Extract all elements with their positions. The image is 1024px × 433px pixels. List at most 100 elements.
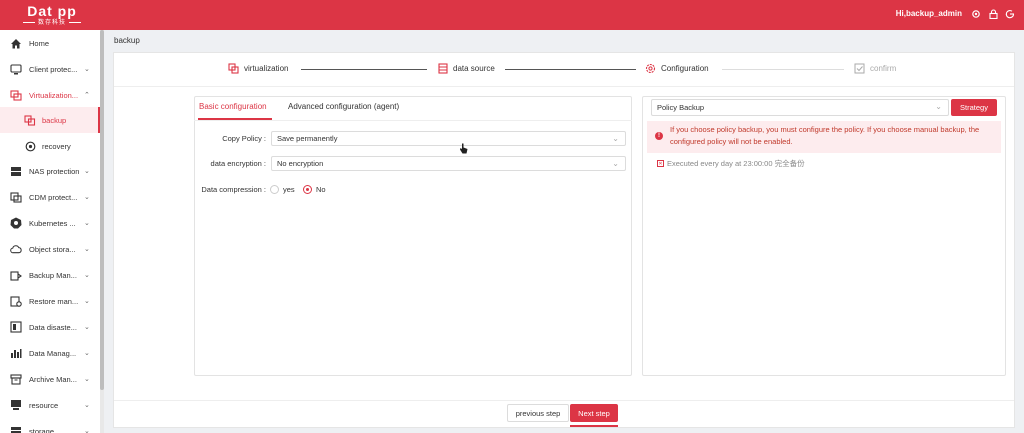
policy-warning: ! If you choose policy backup, you must … xyxy=(647,121,1001,153)
step-connector xyxy=(722,69,844,70)
compression-no-radio[interactable]: No xyxy=(303,185,326,194)
step-configuration: Configuration xyxy=(645,63,709,74)
restore-icon xyxy=(10,295,22,307)
sidebar-item-label: backup xyxy=(42,115,67,125)
close-box-icon[interactable]: ✕ xyxy=(657,160,664,167)
sidebar: Home Client protec... ⌄ Virtualization..… xyxy=(0,30,104,433)
gear-icon xyxy=(645,63,656,74)
logo[interactable]: Dat pp 数存科技 xyxy=(0,0,104,30)
chevron-down-icon: ⌄ xyxy=(84,168,90,175)
steps-divider xyxy=(114,86,1014,87)
chart-icon xyxy=(10,347,22,359)
database-icon xyxy=(437,63,448,74)
tab-advanced-configuration[interactable]: Advanced configuration (agent) xyxy=(288,102,399,111)
data-encryption-value: No encryption xyxy=(277,159,324,168)
top-bar: Dat pp 数存科技 Hi,backup_admin xyxy=(0,0,1024,30)
sidebar-item-cdm-protection[interactable]: CDM protect... ⌄ xyxy=(0,184,100,210)
step-label: confirm xyxy=(870,64,897,73)
strategy-button[interactable]: Strategy xyxy=(951,99,997,116)
sidebar-item-home[interactable]: Home xyxy=(0,30,100,56)
kubernetes-icon xyxy=(10,217,22,229)
logo-subtitle: 数存科技 xyxy=(22,19,81,27)
sidebar-item-label: resource xyxy=(29,400,59,410)
copy-policy-label: Copy Policy : xyxy=(222,134,266,143)
sidebar-item-recovery[interactable]: recovery xyxy=(0,133,100,159)
storage-icon xyxy=(10,425,22,433)
logo-text: Dat pp xyxy=(27,2,77,19)
sidebar-item-object-storage[interactable]: Object stora... ⌄ xyxy=(0,236,100,262)
step-virtualization: virtualization xyxy=(228,63,288,74)
radio-label: yes xyxy=(283,185,295,194)
step-label: data source xyxy=(453,64,495,73)
sidebar-item-label: NAS protection xyxy=(29,166,80,176)
virtualization-icon xyxy=(10,89,22,101)
step-data-source: data source xyxy=(437,63,495,74)
virtualization-icon xyxy=(228,63,239,74)
sidebar-item-label: CDM protect... xyxy=(29,192,78,202)
copy-policy-select[interactable]: Save permanently ⌄ xyxy=(271,131,626,146)
sidebar-item-archive-management[interactable]: Archive Man... ⌄ xyxy=(0,366,100,392)
chevron-down-icon: ⌄ xyxy=(84,220,90,227)
radio-circle-selected xyxy=(303,185,312,194)
data-encryption-select[interactable]: No encryption ⌄ xyxy=(271,156,626,171)
sidebar-item-label: Kubernetes ... xyxy=(29,218,76,228)
cdm-icon xyxy=(10,191,22,203)
sidebar-item-storage[interactable]: storage ⌄ xyxy=(0,418,100,433)
sidebar-item-backup[interactable]: backup xyxy=(0,107,100,133)
compression-yes-radio[interactable]: yes xyxy=(270,185,295,194)
data-encryption-label: data encryption : xyxy=(210,159,266,168)
chevron-down-icon: ⌄ xyxy=(84,246,90,253)
gear-icon[interactable] xyxy=(970,8,981,19)
chevron-down-icon: ⌄ xyxy=(84,272,90,279)
chevron-down-icon: ⌄ xyxy=(612,134,619,143)
radio-label: No xyxy=(316,185,326,194)
chevron-down-icon: ⌄ xyxy=(84,194,90,201)
chevron-down-icon: ⌄ xyxy=(84,350,90,357)
step-confirm: confirm xyxy=(854,63,896,74)
breadcrumb: backup xyxy=(114,36,140,45)
client-icon xyxy=(10,63,22,75)
sidebar-item-nas-protection[interactable]: NAS protection ⌄ xyxy=(0,158,100,184)
scrollbar-thumb[interactable] xyxy=(100,30,104,390)
sidebar-item-kubernetes[interactable]: Kubernetes ... ⌄ xyxy=(0,210,100,236)
chevron-down-icon: ⌄ xyxy=(84,376,90,383)
sidebar-item-label: Client protec... xyxy=(29,64,78,74)
user-greeting[interactable]: Hi,backup_admin xyxy=(896,9,962,18)
data-compression-label: Data compression : xyxy=(201,185,266,194)
sidebar-item-label: Data Manag... xyxy=(29,348,77,358)
sidebar-item-virtualization[interactable]: Virtualization... ⌃ xyxy=(0,82,100,108)
disaster-icon xyxy=(10,321,22,333)
step-connector xyxy=(505,69,636,70)
sidebar-item-restore-management[interactable]: Restore man... ⌄ xyxy=(0,288,100,314)
copy-policy-value: Save permanently xyxy=(277,134,338,143)
pointer-cursor-icon xyxy=(459,143,468,157)
sidebar-item-data-disaster[interactable]: Data disaste... ⌄ xyxy=(0,314,100,340)
home-icon xyxy=(10,37,22,49)
tab-basic-configuration[interactable]: Basic configuration xyxy=(199,102,267,111)
logout-icon[interactable] xyxy=(1004,8,1015,19)
policy-select-value: Policy Backup xyxy=(657,103,705,112)
sidebar-item-client-protection[interactable]: Client protec... ⌄ xyxy=(0,56,100,82)
sidebar-item-data-management[interactable]: Data Manag... ⌄ xyxy=(0,340,100,366)
schedule-text: Executed every day at 23:00:00 完全备份 xyxy=(667,159,805,168)
resource-icon xyxy=(10,399,22,411)
sidebar-item-resource[interactable]: resource ⌄ xyxy=(0,392,100,418)
sidebar-item-label: Virtualization... xyxy=(29,90,79,100)
policy-select[interactable]: Policy Backup ⌄ xyxy=(651,99,949,116)
sidebar-item-label: Home xyxy=(29,38,50,48)
next-step-button[interactable]: Next step xyxy=(570,404,618,422)
recovery-icon xyxy=(24,140,36,152)
sidebar-item-backup-management[interactable]: Backup Man... ⌄ xyxy=(0,262,100,288)
sidebar-item-label: Object stora... xyxy=(29,244,76,254)
radio-circle xyxy=(270,185,279,194)
previous-step-button[interactable]: previous step xyxy=(507,404,569,422)
backup-manage-icon xyxy=(10,269,22,281)
chevron-down-icon: ⌄ xyxy=(612,159,619,168)
tab-active-indicator xyxy=(198,118,272,120)
lock-icon[interactable] xyxy=(988,8,999,19)
sidebar-item-label: Data disaste... xyxy=(29,322,77,332)
sidebar-item-label: recovery xyxy=(42,141,71,151)
sidebar-item-label: storage xyxy=(29,426,55,433)
sidebar-item-label: Archive Man... xyxy=(29,374,77,384)
sidebar-scrollbar[interactable] xyxy=(100,30,104,433)
